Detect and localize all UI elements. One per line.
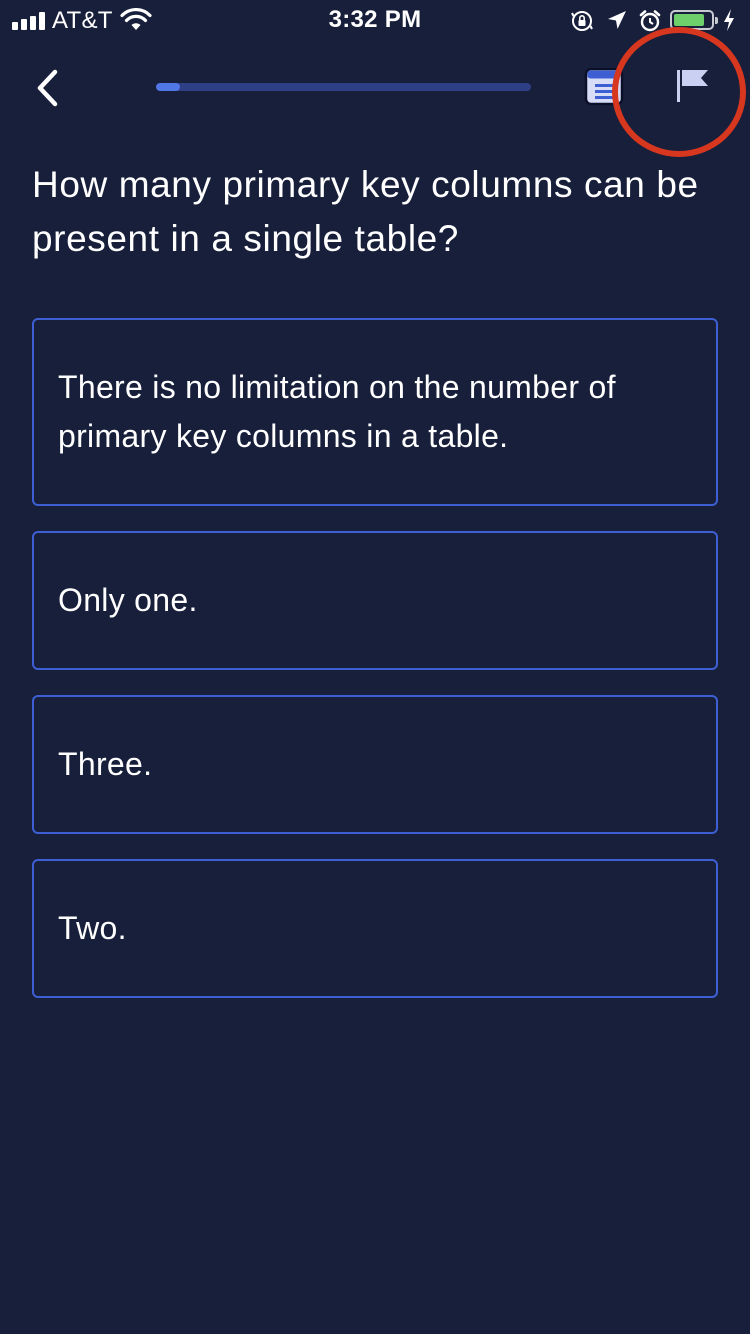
back-button[interactable] bbox=[26, 62, 70, 114]
answer-option[interactable]: Two. bbox=[32, 859, 718, 998]
notes-icon bbox=[584, 67, 624, 106]
flag-question-button[interactable] bbox=[670, 64, 714, 110]
answer-option-label: There is no limitation on the number of … bbox=[58, 369, 616, 454]
answer-option-label: Two. bbox=[58, 910, 127, 946]
charging-icon bbox=[724, 9, 734, 31]
status-bar: AT&T 3:32 PM bbox=[0, 0, 750, 40]
answer-option[interactable]: There is no limitation on the number of … bbox=[32, 318, 718, 506]
answer-list: There is no limitation on the number of … bbox=[32, 318, 718, 1023]
answer-option-label: Only one. bbox=[58, 582, 198, 618]
answer-option[interactable]: Only one. bbox=[32, 531, 718, 670]
chevron-left-icon bbox=[37, 69, 58, 107]
answer-option-label: Three. bbox=[58, 746, 153, 782]
answer-option[interactable]: Three. bbox=[32, 695, 718, 834]
notes-button[interactable] bbox=[584, 67, 624, 106]
flag-icon bbox=[677, 70, 708, 102]
quiz-progress-fill bbox=[156, 83, 181, 91]
alarm-icon bbox=[639, 10, 661, 32]
battery-icon bbox=[670, 10, 718, 30]
question-text: How many primary key columns can be pres… bbox=[32, 164, 699, 259]
quiz-progress-bar bbox=[156, 83, 531, 91]
orientation-lock-icon bbox=[571, 11, 593, 31]
location-icon bbox=[608, 11, 626, 29]
